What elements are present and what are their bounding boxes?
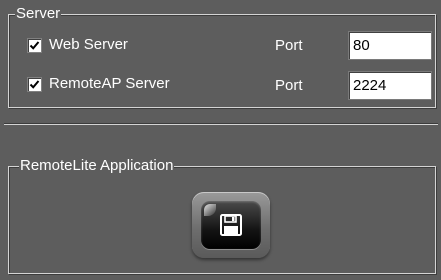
server-group-title: Server: [15, 5, 62, 22]
server-group: Server Web Server Port RemoteAP Server P…: [8, 6, 436, 108]
web-server-port-label: Port: [275, 37, 303, 54]
save-button-face: [201, 201, 261, 249]
floppy-disk-icon: [220, 214, 242, 236]
remote-ap-server-port-label: Port: [275, 77, 303, 94]
web-server-checkbox[interactable]: [27, 38, 42, 53]
settings-panel: Server Web Server Port RemoteAP Server P…: [0, 0, 441, 280]
remote-ap-server-label: RemoteAP Server: [49, 75, 170, 92]
remote-ap-server-port-input[interactable]: [348, 71, 432, 100]
save-button[interactable]: [192, 192, 270, 258]
checkmark-icon: [29, 41, 40, 50]
web-server-label: Web Server: [49, 36, 128, 53]
web-server-port-input[interactable]: [348, 31, 432, 60]
remote-ap-server-checkbox[interactable]: [27, 77, 42, 92]
button-highlight: [204, 204, 216, 216]
checkmark-icon: [29, 80, 40, 89]
divider: [4, 123, 438, 125]
app-group-title: RemoteLite Application: [19, 157, 175, 174]
